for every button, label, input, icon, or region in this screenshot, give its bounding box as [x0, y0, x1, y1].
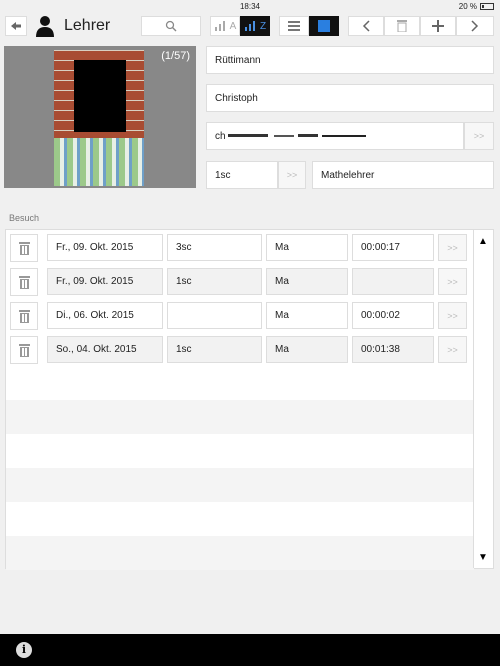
- add-button[interactable]: [420, 16, 456, 36]
- sort-z-button[interactable]: Z: [240, 16, 270, 36]
- search-icon: [165, 20, 177, 32]
- visit-more-button[interactable]: >>: [438, 302, 467, 329]
- search-button[interactable]: [141, 16, 201, 36]
- visit-class[interactable]: 3sc: [167, 234, 262, 261]
- visit-duration[interactable]: [352, 268, 434, 295]
- person-icon: [35, 15, 55, 37]
- sort-a-button[interactable]: A: [210, 16, 240, 36]
- visit-date[interactable]: Fr., 09. Okt. 2015: [47, 234, 163, 261]
- visit-duration[interactable]: 00:01:38: [352, 336, 434, 363]
- delete-visit-button[interactable]: [10, 234, 38, 262]
- info-icon[interactable]: i: [16, 642, 32, 658]
- record-counter: (1/57): [161, 50, 190, 62]
- visit-date[interactable]: So., 04. Okt. 2015: [47, 336, 163, 363]
- previous-button[interactable]: [348, 16, 384, 36]
- trash-icon: [18, 343, 30, 357]
- email-value: ch: [215, 130, 226, 142]
- battery-percent: 20 %: [458, 2, 477, 11]
- visit-subject[interactable]: Ma: [266, 336, 348, 363]
- battery-icon: [480, 3, 494, 10]
- delete-button[interactable]: [384, 16, 420, 36]
- visit-duration[interactable]: 00:00:02: [352, 302, 434, 329]
- section-label-besuch: Besuch: [9, 213, 40, 223]
- bar-chart-icon: [214, 21, 225, 31]
- last-name-field[interactable]: Rüttimann: [206, 46, 494, 74]
- trash-icon: [397, 20, 407, 32]
- last-name-value: Rüttimann: [215, 54, 261, 66]
- trash-icon: [18, 309, 30, 323]
- delete-visit-button[interactable]: [10, 336, 38, 364]
- delete-visit-button[interactable]: [10, 268, 38, 296]
- visit-class[interactable]: 1sc: [167, 268, 262, 295]
- class-more-button[interactable]: >>: [278, 161, 306, 189]
- class-field[interactable]: 1sc: [206, 161, 278, 189]
- visit-more-button[interactable]: >>: [438, 268, 467, 295]
- back-arrow-icon: [11, 22, 21, 30]
- email-more-button[interactable]: >>: [464, 122, 494, 150]
- next-button[interactable]: [456, 16, 494, 36]
- list-view-button[interactable]: [279, 16, 309, 36]
- face-redaction: [74, 60, 126, 132]
- square-icon: [318, 20, 330, 32]
- visit-subject[interactable]: Ma: [266, 234, 348, 261]
- bar-chart-icon: [244, 21, 255, 31]
- plus-icon: [432, 20, 444, 32]
- role-field[interactable]: Mathelehrer: [312, 161, 494, 189]
- first-name-value: Christoph: [215, 92, 258, 104]
- visit-duration[interactable]: 00:00:17: [352, 234, 434, 261]
- sort-a-label: A: [229, 20, 237, 32]
- list-icon: [288, 21, 300, 31]
- visit-more-button[interactable]: >>: [438, 234, 467, 261]
- visit-subject[interactable]: Ma: [266, 268, 348, 295]
- sort-z-label: Z: [259, 20, 267, 32]
- status-time: 18:34: [239, 2, 261, 11]
- visit-class[interactable]: 1sc: [167, 336, 262, 363]
- page-title: Lehrer: [64, 17, 111, 34]
- scrollbar[interactable]: ▲ ▼: [473, 230, 493, 568]
- back-button[interactable]: [5, 16, 27, 36]
- battery-indicator: 20 %: [459, 2, 494, 11]
- visit-class[interactable]: [167, 302, 262, 329]
- delete-visit-button[interactable]: [10, 302, 38, 330]
- role-value: Mathelehrer: [321, 169, 375, 181]
- trash-icon: [18, 241, 30, 255]
- visit-date[interactable]: Fr., 09. Okt. 2015: [47, 268, 163, 295]
- first-name-field[interactable]: Christoph: [206, 84, 494, 112]
- class-value: 1sc: [215, 169, 231, 181]
- chevron-right-icon: [471, 20, 479, 32]
- email-field[interactable]: ch: [206, 122, 464, 150]
- trash-icon: [18, 275, 30, 289]
- status-bar: 18:34 20 %: [0, 0, 500, 12]
- teacher-photo[interactable]: [54, 50, 144, 186]
- chevron-left-icon: [362, 20, 370, 32]
- visit-date[interactable]: Di., 06. Okt. 2015: [47, 302, 163, 329]
- bottom-bar: [0, 634, 500, 666]
- detail-view-button[interactable]: [309, 16, 339, 36]
- scroll-down-icon[interactable]: ▼: [478, 552, 488, 563]
- scroll-up-icon[interactable]: ▲: [478, 236, 488, 247]
- visit-more-button[interactable]: >>: [438, 336, 467, 363]
- email-redaction: [227, 134, 366, 137]
- visit-subject[interactable]: Ma: [266, 302, 348, 329]
